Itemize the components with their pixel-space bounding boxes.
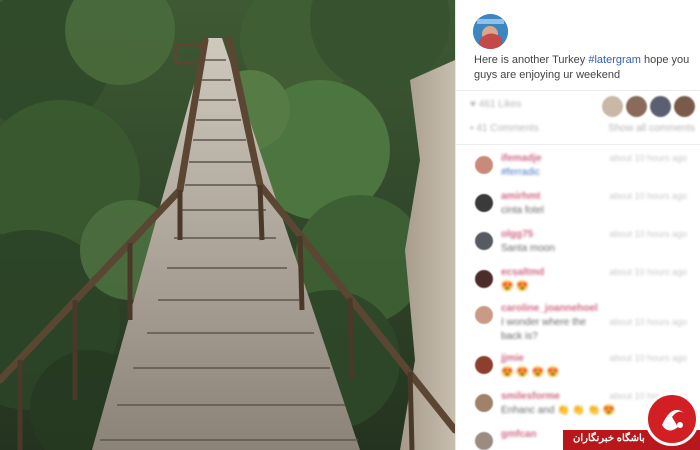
liker-avatar[interactable]: [650, 96, 671, 117]
commenter-username[interactable]: ecsaltmd: [501, 267, 544, 278]
staircase-photo-image: [0, 0, 455, 450]
liker-avatars: [602, 96, 695, 117]
comment-item: amirhmt cinta fotel about 10 hours ago: [456, 186, 700, 222]
comment-time: about 10 hours ago: [609, 317, 687, 327]
commenter-avatar[interactable]: [475, 270, 493, 288]
show-all-comments-link[interactable]: Show all comments: [608, 123, 695, 134]
hashtag-link[interactable]: #latergram: [588, 54, 641, 66]
heart-icon: ♥: [470, 99, 479, 110]
commenter-username[interactable]: caroline_joannehoel: [501, 303, 598, 314]
liker-avatar[interactable]: [602, 96, 623, 117]
comments-count-label: 41 Comments: [476, 123, 539, 134]
comment-time: about 10 hours ago: [609, 353, 687, 363]
post-side-panel: Here is another Turkey #latergram hope y…: [455, 0, 700, 450]
post-photo[interactable]: [0, 0, 455, 450]
post-caption: Here is another Turkey #latergram hope y…: [474, 53, 696, 83]
commenter-avatar[interactable]: [475, 432, 493, 450]
author-avatar[interactable]: [473, 14, 508, 49]
caption-text-prefix: Here is another Turkey: [474, 54, 589, 66]
commenter-avatar[interactable]: [475, 156, 493, 174]
commenter-username[interactable]: smilesforme: [501, 391, 560, 402]
watermark-text: باشگاه خبرنگاران: [573, 433, 645, 444]
news-agency-watermark: باشگاه خبرنگاران: [563, 392, 700, 450]
comment-item: caroline_joannehoel I wonder where the b…: [456, 298, 700, 348]
commenter-avatar[interactable]: [475, 306, 493, 324]
post-stats: ♥ 461 Likes ▪ 41 Comments Show all comme…: [456, 90, 700, 145]
comment-item: ecsaltmd 😍 😍 about 10 hours ago: [456, 262, 700, 298]
comment-text-line-2: back is?: [501, 331, 538, 342]
comment-text: Santa moon: [501, 243, 555, 254]
comment-item: jjmie 😍 😍 😍 😍 about 10 hours ago: [456, 348, 700, 384]
comment-time: about 10 hours ago: [609, 153, 687, 163]
comment-time: about 10 hours ago: [609, 191, 687, 201]
comment-item: ifemadje #ferradic about 10 hours ago: [456, 148, 700, 184]
commenter-username[interactable]: amirhmt: [501, 191, 540, 202]
liker-avatar[interactable]: [674, 96, 695, 117]
comment-text: 😍 😍 😍 😍: [501, 367, 560, 378]
watermark-logo-glyph: [662, 409, 684, 431]
comment-text: 😍 😍: [501, 281, 529, 292]
likes-count-label: 461 Likes: [478, 99, 522, 110]
commenter-username[interactable]: jjmie: [501, 353, 524, 364]
liker-avatar[interactable]: [626, 96, 647, 117]
commenter-username[interactable]: olgg75: [501, 229, 533, 240]
comments-count: ▪ 41 Comments: [470, 123, 539, 141]
comment-text: #ferradic: [501, 167, 540, 178]
comment-time: about 10 hours ago: [609, 267, 687, 277]
comment-time: about 10 hours ago: [609, 229, 687, 239]
commenter-username[interactable]: ifemadje: [501, 153, 542, 164]
commenter-avatar[interactable]: [475, 356, 493, 374]
author-avatar-image: [473, 14, 508, 49]
comment-text: cinta fotel: [501, 205, 544, 216]
watermark-logo-icon: [645, 392, 699, 446]
commenter-avatar[interactable]: [475, 232, 493, 250]
comment-text: I wonder where the: [501, 317, 587, 328]
likes-count[interactable]: ♥ 461 Likes: [470, 99, 522, 117]
commenter-avatar[interactable]: [475, 394, 493, 412]
comment-item: olgg75 Santa moon about 10 hours ago: [456, 224, 700, 260]
commenter-avatar[interactable]: [475, 194, 493, 212]
commenter-username[interactable]: gmfcan: [501, 429, 537, 440]
